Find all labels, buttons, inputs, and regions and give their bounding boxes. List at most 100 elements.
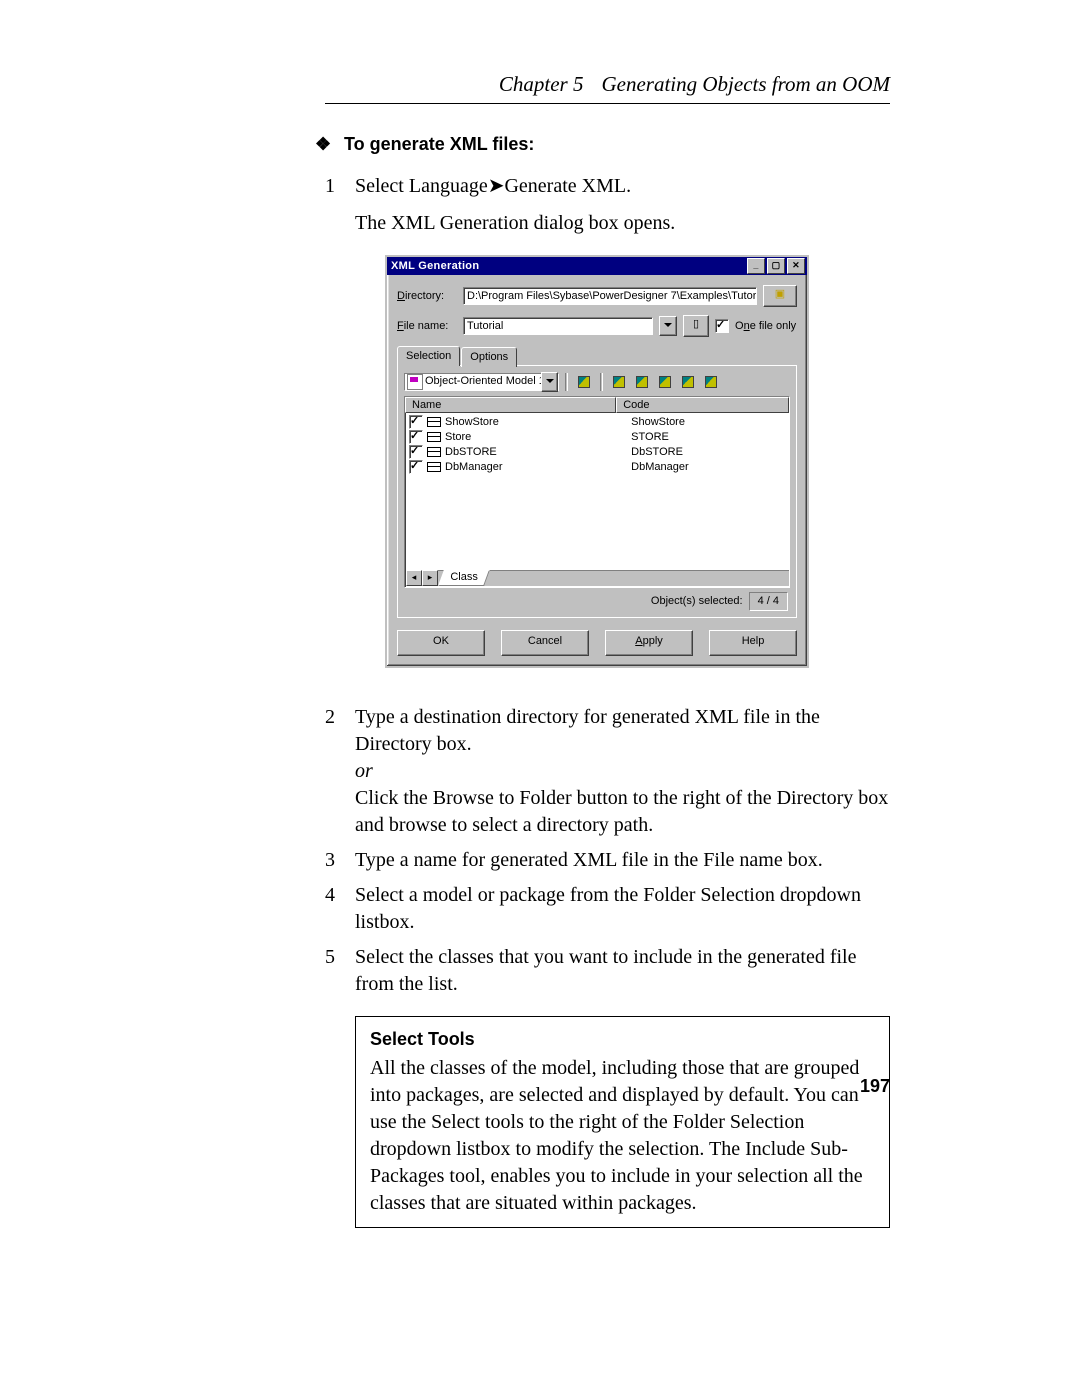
row-name: Store: [445, 430, 617, 445]
close-button[interactable]: ✕: [787, 258, 805, 274]
row-code: DbManager: [621, 460, 787, 475]
step-number: 1: [325, 173, 355, 696]
diamond-bullet-icon: ❖: [315, 134, 329, 155]
select-tool-1[interactable]: [609, 372, 629, 392]
help-button[interactable]: Help: [709, 630, 797, 656]
tab-strip: Selection Options: [397, 345, 797, 366]
status-row: Object(s) selected: 4 / 4: [404, 592, 790, 611]
select-tool-2[interactable]: [632, 372, 652, 392]
folder-selection-dropdown[interactable]: Object-Oriented Model 1: [404, 373, 559, 391]
step-subtext: The XML Generation dialog box opens.: [355, 210, 890, 237]
infobox-title: Select Tools: [370, 1027, 875, 1051]
step-body: Select a model or package from the Folde…: [355, 882, 890, 936]
filename-aux-button[interactable]: ▯: [683, 315, 709, 337]
step-5: 5 Select the classes that you want to in…: [325, 944, 890, 998]
step-number: 3: [325, 847, 355, 874]
step-3: 3 Type a name for generated XML file in …: [325, 847, 890, 874]
list-item[interactable]: Store STORE: [407, 430, 787, 445]
select-tools-infobox: Select Tools All the classes of the mode…: [355, 1016, 890, 1228]
row-name: ShowStore: [445, 415, 617, 430]
list-header: Name Code: [405, 397, 789, 413]
list-rows: ShowStore ShowStore Store STORE: [405, 413, 789, 477]
page-number: 197: [860, 1076, 890, 1097]
step-number: 5: [325, 944, 355, 998]
filename-label: File name:: [397, 319, 457, 334]
browse-folder-button[interactable]: ▣: [763, 285, 797, 307]
dialog-screenshot-wrap: XML Generation _ ▢ ✕ Directory: D:\Progr…: [385, 255, 890, 668]
chapter-title: Generating Objects from an OOM: [601, 72, 890, 97]
minimize-button[interactable]: _: [747, 258, 765, 274]
dialog-button-row: OK Cancel Apply Help: [397, 630, 797, 656]
status-value: 4 / 4: [749, 592, 788, 611]
row-code: DbSTORE: [621, 445, 787, 460]
step-text-post: Generate XML.: [504, 175, 631, 197]
bottom-tab-class[interactable]: Class: [438, 570, 489, 586]
one-file-only-checkbox[interactable]: [715, 319, 729, 333]
step-body: Select the classes that you want to incl…: [355, 944, 890, 998]
directory-input[interactable]: D:\Program Files\Sybase\PowerDesigner 7\…: [463, 287, 757, 305]
row-checkbox[interactable]: [409, 430, 423, 444]
select-tool-5[interactable]: [701, 372, 721, 392]
filename-input[interactable]: Tutorial: [463, 317, 653, 335]
step-body: Type a destination directory for generat…: [355, 704, 890, 839]
row-checkbox[interactable]: [409, 415, 423, 429]
apply-button[interactable]: Apply: [605, 630, 693, 656]
row-code: ShowStore: [621, 415, 787, 430]
document-page: Chapter 5 Generating Objects from an OOM…: [0, 0, 1080, 1397]
dialog-body: Directory: D:\Program Files\Sybase\Power…: [387, 275, 807, 666]
list-item[interactable]: ShowStore ShowStore: [407, 415, 787, 430]
steps-list: 1 Select Language➤Generate XML. The XML …: [325, 173, 890, 998]
toolbar-separator: [600, 373, 603, 391]
dialog-titlebar[interactable]: XML Generation _ ▢ ✕: [387, 257, 807, 275]
step-number: 2: [325, 704, 355, 839]
include-subpackages-tool[interactable]: [574, 372, 594, 392]
row-name: DbManager: [445, 460, 617, 475]
class-icon: [427, 447, 441, 457]
step-or: or: [355, 758, 890, 785]
filename-dropdown-button[interactable]: [659, 316, 677, 336]
tab-selection[interactable]: Selection: [397, 346, 460, 366]
class-icon: [427, 417, 441, 427]
list-item[interactable]: DbManager DbManager: [407, 460, 787, 475]
col-header-name[interactable]: Name: [405, 397, 616, 413]
folder-icon: ▣: [775, 288, 785, 300]
maximize-button[interactable]: ▢: [767, 258, 785, 274]
step-1: 1 Select Language➤Generate XML. The XML …: [325, 173, 890, 696]
row-checkbox[interactable]: [409, 445, 423, 459]
infobox-body: All the classes of the model, including …: [370, 1055, 875, 1217]
filename-row: File name: Tutorial ▯ One file only: [397, 315, 797, 337]
folder-selection-value: Object-Oriented Model 1: [423, 374, 541, 389]
cancel-button[interactable]: Cancel: [501, 630, 589, 656]
step-text: Type a destination directory for generat…: [355, 706, 820, 755]
step-2: 2 Type a destination directory for gener…: [325, 704, 890, 839]
model-icon: [407, 374, 423, 390]
class-icon: [427, 432, 441, 442]
toolbar-separator: [565, 373, 568, 391]
row-checkbox[interactable]: [409, 460, 423, 474]
scroll-left-button[interactable]: ◂: [406, 570, 422, 586]
list-item[interactable]: DbSTORE DbSTORE: [407, 445, 787, 460]
xml-generation-dialog: XML Generation _ ▢ ✕ Directory: D:\Progr…: [385, 255, 809, 668]
page-header: Chapter 5 Generating Objects from an OOM: [325, 72, 890, 104]
class-icon: [427, 462, 441, 472]
section-heading: ❖ To generate XML files:: [315, 134, 890, 155]
folder-selection-dropdown-button[interactable]: [541, 372, 558, 392]
step-body: Type a name for generated XML file in th…: [355, 847, 890, 874]
tab-options[interactable]: Options: [461, 347, 517, 367]
step-text-pre: Select Language: [355, 175, 488, 197]
row-code: STORE: [621, 430, 787, 445]
one-file-only-label: One file only: [735, 319, 796, 334]
selection-toolbar: Object-Oriented Model 1: [404, 372, 790, 392]
bottom-tab-strip: ◂ ▸ Class: [406, 570, 790, 586]
chapter-number: Chapter 5: [499, 72, 584, 97]
ok-button[interactable]: OK: [397, 630, 485, 656]
directory-row: Directory: D:\Program Files\Sybase\Power…: [397, 285, 797, 307]
scroll-right-button[interactable]: ▸: [422, 570, 438, 586]
col-header-code[interactable]: Code: [616, 397, 789, 413]
classes-listbox[interactable]: Name Code ShowStore ShowStore: [404, 396, 790, 588]
select-tool-4[interactable]: [678, 372, 698, 392]
step-4: 4 Select a model or package from the Fol…: [325, 882, 890, 936]
step-subtext: Click the Browse to Folder button to the…: [355, 785, 890, 839]
selection-panel: Object-Oriented Model 1: [397, 366, 797, 618]
select-tool-3[interactable]: [655, 372, 675, 392]
